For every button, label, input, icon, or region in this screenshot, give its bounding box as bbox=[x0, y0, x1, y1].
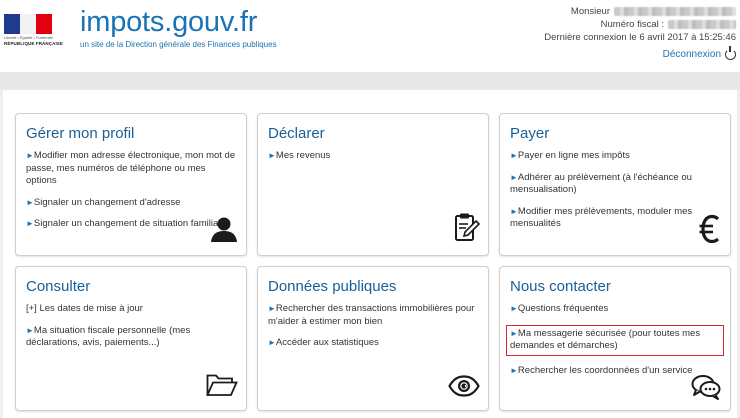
link-mes-revenus[interactable]: ►Mes revenus bbox=[268, 150, 478, 163]
republic-name: RÉPUBLIQUE FRANÇAISE bbox=[4, 41, 64, 46]
link-messagerie-securisee[interactable]: ►Ma messagerie sécurisée (pour toutes me… bbox=[510, 328, 720, 353]
link-statistiques[interactable]: ►Accéder aux statistiques bbox=[268, 337, 478, 350]
folder-open-icon bbox=[206, 373, 238, 402]
link-modifier-adresse-electronique[interactable]: ►Modifier mon adresse électronique, mon … bbox=[26, 150, 236, 188]
dashboard: Gérer mon profil ►Modifier mon adresse é… bbox=[3, 90, 737, 418]
marianne-logo[interactable]: Liberté • Égalité • Fraternité RÉPUBLIQU… bbox=[4, 14, 63, 48]
expand-toggle: [+] bbox=[26, 303, 37, 314]
link-adherer-prelevement[interactable]: ►Adhérer au prélèvement (à l'échéance ou… bbox=[510, 172, 720, 197]
user-prefix: Monsieur bbox=[570, 6, 610, 17]
site-logo[interactable]: impots.gouv.fr bbox=[80, 6, 257, 39]
link-transactions-immobilieres[interactable]: ►Rechercher des transactions immobilière… bbox=[268, 303, 478, 328]
card-title-declarer[interactable]: Déclarer bbox=[268, 125, 488, 142]
card-payer: Payer ►Payer en ligne mes impôts ►Adhére… bbox=[499, 113, 731, 256]
link-changement-situation[interactable]: ►Signaler un changement de situation fam… bbox=[26, 218, 236, 231]
link-dates-mise-a-jour[interactable]: [+] Les dates de mise à jour bbox=[26, 303, 236, 316]
site-header: Liberté • Égalité • Fraternité RÉPUBLIQU… bbox=[0, 0, 740, 72]
link-payer-en-ligne[interactable]: ►Payer en ligne mes impôts bbox=[510, 150, 720, 163]
link-situation-fiscale[interactable]: ►Ma situation fiscale personnelle (mes d… bbox=[26, 325, 236, 350]
card-profil: Gérer mon profil ►Modifier mon adresse é… bbox=[15, 113, 247, 256]
link-modifier-prelevements[interactable]: ►Modifier mes prélèvements, moduler mes … bbox=[510, 206, 720, 231]
site-subtitle: un site de la Direction générale des Fin… bbox=[80, 40, 277, 49]
logout-label: Déconnexion bbox=[662, 49, 721, 60]
user-name-redacted bbox=[614, 7, 736, 16]
fiscal-number-label: Numéro fiscal : bbox=[600, 19, 664, 30]
main-area: Gérer mon profil ►Modifier mon adresse é… bbox=[0, 90, 740, 418]
last-login: Dernière connexion le 6 avril 2017 à 15:… bbox=[544, 32, 736, 43]
card-donnees-publiques: Données publiques ►Rechercher des transa… bbox=[257, 266, 489, 411]
link-questions-frequentes[interactable]: ►Questions fréquentes bbox=[510, 303, 720, 316]
republic-motto: Liberté • Égalité • Fraternité bbox=[4, 35, 53, 40]
card-consulter: Consulter [+] Les dates de mise à jour ►… bbox=[15, 266, 247, 411]
card-title-payer[interactable]: Payer bbox=[510, 125, 730, 142]
card-title-consulter[interactable]: Consulter bbox=[26, 278, 246, 295]
card-title-donnees[interactable]: Données publiques bbox=[268, 278, 488, 295]
highlight-box: ►Ma messagerie sécurisée (pour toutes me… bbox=[506, 324, 724, 356]
euro-icon bbox=[699, 214, 721, 249]
user-icon bbox=[210, 216, 238, 247]
clipboard-pen-icon bbox=[454, 212, 481, 247]
french-flag-icon bbox=[4, 14, 52, 34]
chat-bubbles-icon bbox=[691, 374, 721, 405]
card-title-profil[interactable]: Gérer mon profil bbox=[26, 125, 246, 142]
logout-button[interactable]: Déconnexion bbox=[544, 46, 736, 61]
link-coordonnees-service[interactable]: ►Rechercher les coordonnées d'un service bbox=[510, 365, 720, 378]
card-declarer: Déclarer ►Mes revenus bbox=[257, 113, 489, 256]
link-changement-adresse[interactable]: ►Signaler un changement d'adresse bbox=[26, 197, 236, 210]
user-info: Monsieur Numéro fiscal : Dernière connex… bbox=[544, 5, 736, 61]
fiscal-number-redacted bbox=[668, 20, 736, 29]
eye-icon bbox=[448, 375, 480, 402]
card-title-contact[interactable]: Nous contacter bbox=[510, 278, 730, 295]
header-separator bbox=[0, 72, 740, 90]
power-icon bbox=[725, 46, 736, 60]
card-nous-contacter: Nous contacter ►Questions fréquentes ►Ma… bbox=[499, 266, 731, 411]
